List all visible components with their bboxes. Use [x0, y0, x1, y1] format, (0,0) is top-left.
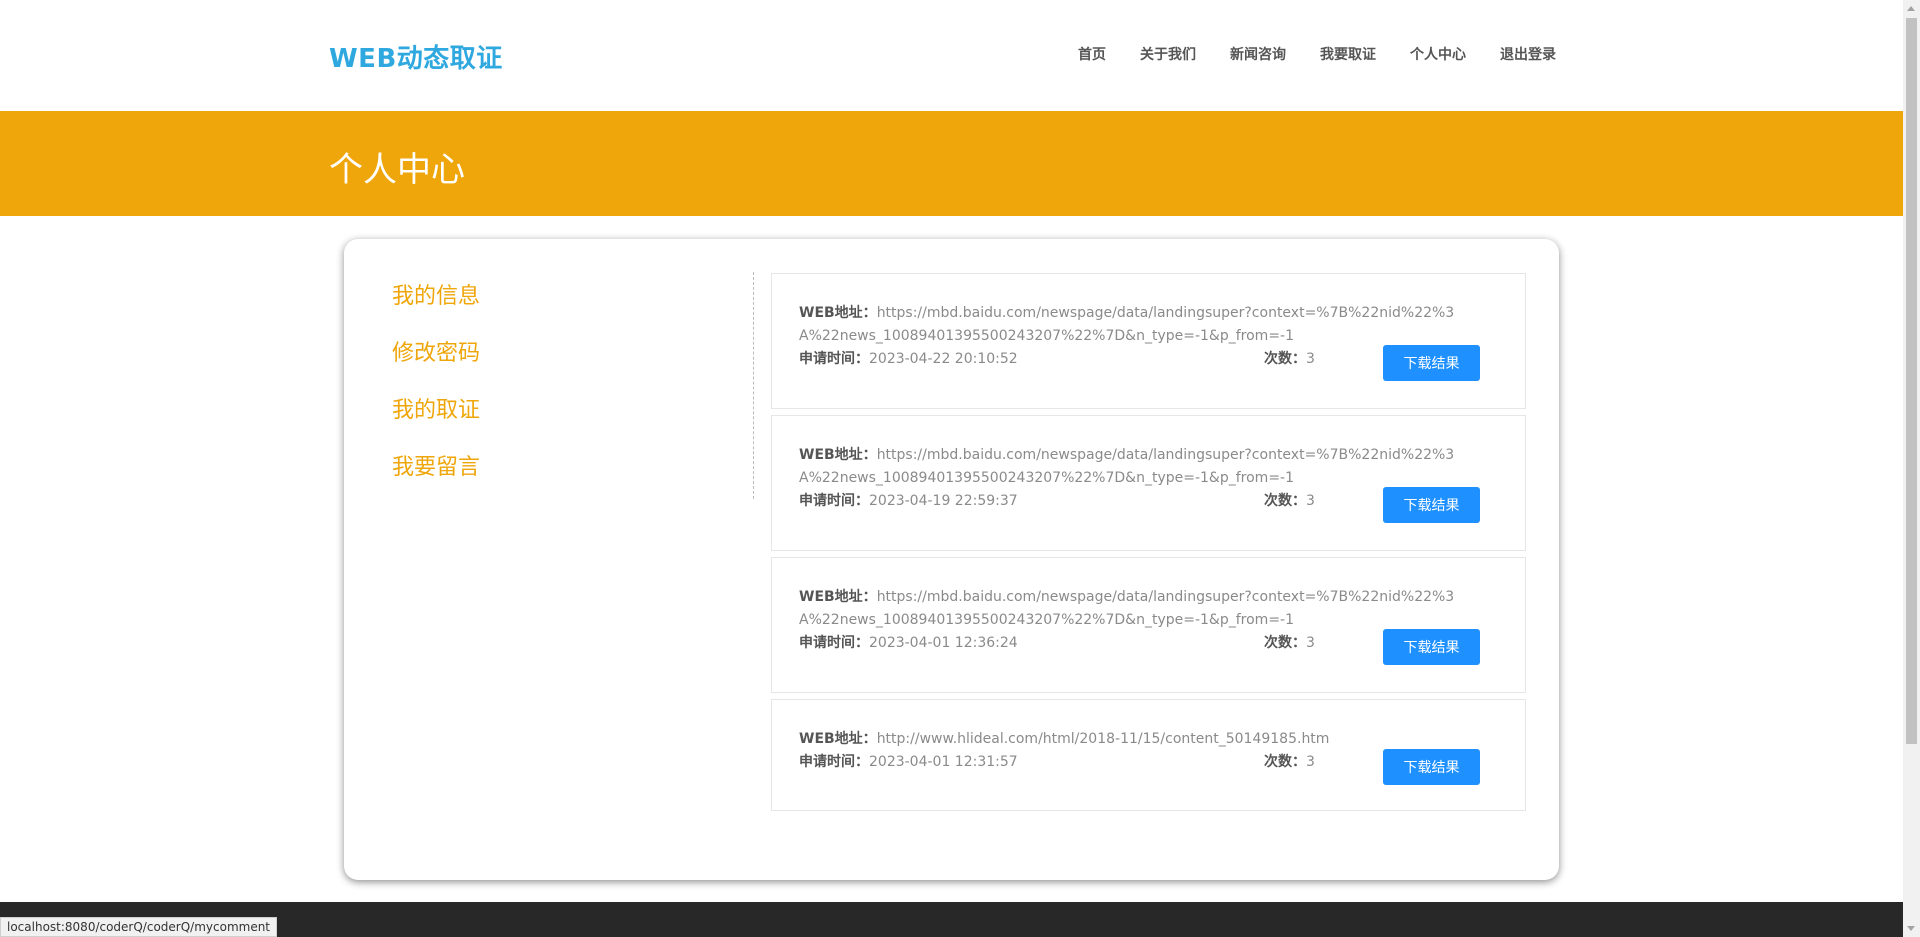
- count-value: 3: [1306, 493, 1315, 509]
- record-count: 次数：3: [1264, 348, 1315, 368]
- url-label: WEB地址：: [799, 447, 877, 463]
- url-label: WEB地址：: [799, 731, 877, 747]
- page: WEB动态取证 首页 关于我们 新闻咨询 我要取证 个人中心 退出登录 个人中心…: [0, 0, 1920, 937]
- count-label: 次数：: [1264, 635, 1306, 651]
- time-label: 申请时间：: [799, 493, 869, 509]
- sidebar-item-my-info[interactable]: 我的信息: [392, 283, 480, 310]
- page-banner: 个人中心: [0, 111, 1903, 216]
- nav-item-logout[interactable]: 退出登录: [1500, 44, 1556, 64]
- page-title: 个人中心: [329, 150, 465, 190]
- record-url: WEB地址：http://www.hlideal.com/html/2018-1…: [799, 728, 1459, 751]
- main-nav: 首页 关于我们 新闻咨询 我要取证 个人中心 退出登录: [1078, 44, 1556, 64]
- vertical-divider: [753, 272, 754, 499]
- time-value: 2023-04-22 20:10:52: [869, 351, 1018, 367]
- scrollbar-thumb[interactable]: [1906, 18, 1917, 744]
- evidence-record-list: WEB地址：https://mbd.baidu.com/newspage/dat…: [771, 273, 1526, 817]
- sidebar-item-change-password[interactable]: 修改密码: [392, 340, 480, 367]
- sidebar-item-my-evidence[interactable]: 我的取证: [392, 397, 480, 424]
- record-url: WEB地址：https://mbd.baidu.com/newspage/dat…: [799, 444, 1459, 490]
- url-value: https://mbd.baidu.com/newspage/data/land…: [799, 305, 1455, 344]
- browser-status-url: localhost:8080/coderQ/coderQ/mycomment: [0, 917, 278, 937]
- site-logo[interactable]: WEB动态取证: [329, 38, 503, 75]
- url-value: http://www.hlideal.com/html/2018-11/15/c…: [876, 731, 1330, 747]
- count-label: 次数：: [1264, 754, 1306, 770]
- nav-item-about[interactable]: 关于我们: [1140, 44, 1196, 64]
- download-result-button[interactable]: 下载结果: [1383, 487, 1480, 523]
- time-value: 2023-04-01 12:36:24: [869, 635, 1018, 651]
- count-value: 3: [1306, 635, 1315, 651]
- record-count: 次数：3: [1264, 751, 1315, 771]
- count-value: 3: [1306, 351, 1315, 367]
- record-count: 次数：3: [1264, 632, 1315, 652]
- url-label: WEB地址：: [799, 305, 877, 321]
- nav-item-personal-center[interactable]: 个人中心: [1410, 44, 1466, 64]
- time-label: 申请时间：: [799, 351, 869, 367]
- count-value: 3: [1306, 754, 1315, 770]
- record-count: 次数：3: [1264, 490, 1315, 510]
- vertical-scrollbar[interactable]: [1903, 0, 1920, 937]
- nav-item-home[interactable]: 首页: [1078, 44, 1106, 64]
- time-value: 2023-04-01 12:31:57: [869, 754, 1018, 770]
- url-label: WEB地址：: [799, 589, 877, 605]
- time-value: 2023-04-19 22:59:37: [869, 493, 1018, 509]
- download-result-button[interactable]: 下载结果: [1383, 345, 1480, 381]
- list-item: WEB地址：https://mbd.baidu.com/newspage/dat…: [771, 557, 1526, 693]
- list-item: WEB地址：http://www.hlideal.com/html/2018-1…: [771, 699, 1526, 811]
- top-navbar: WEB动态取证 首页 关于我们 新闻咨询 我要取证 个人中心 退出登录: [0, 0, 1903, 111]
- list-item: WEB地址：https://mbd.baidu.com/newspage/dat…: [771, 273, 1526, 409]
- nav-item-news[interactable]: 新闻咨询: [1230, 44, 1286, 64]
- download-result-button[interactable]: 下载结果: [1383, 629, 1480, 665]
- count-label: 次数：: [1264, 493, 1306, 509]
- record-url: WEB地址：https://mbd.baidu.com/newspage/dat…: [799, 302, 1459, 348]
- nav-item-evidence[interactable]: 我要取证: [1320, 44, 1376, 64]
- count-label: 次数：: [1264, 351, 1306, 367]
- time-label: 申请时间：: [799, 635, 869, 651]
- record-url: WEB地址：https://mbd.baidu.com/newspage/dat…: [799, 586, 1459, 632]
- url-value: https://mbd.baidu.com/newspage/data/land…: [799, 447, 1455, 486]
- scroll-down-icon[interactable]: [1907, 926, 1915, 931]
- url-value: https://mbd.baidu.com/newspage/data/land…: [799, 589, 1455, 628]
- time-label: 申请时间：: [799, 754, 869, 770]
- content-card: 我的信息 修改密码 我的取证 我要留言 WEB地址：https://mbd.ba…: [344, 239, 1559, 880]
- page-footer: [0, 902, 1903, 937]
- sidebar-menu: 我的信息 修改密码 我的取证 我要留言: [392, 283, 480, 481]
- list-item: WEB地址：https://mbd.baidu.com/newspage/dat…: [771, 415, 1526, 551]
- download-result-button[interactable]: 下载结果: [1383, 749, 1480, 785]
- scroll-up-icon[interactable]: [1907, 6, 1915, 11]
- sidebar-item-leave-message[interactable]: 我要留言: [392, 454, 480, 481]
